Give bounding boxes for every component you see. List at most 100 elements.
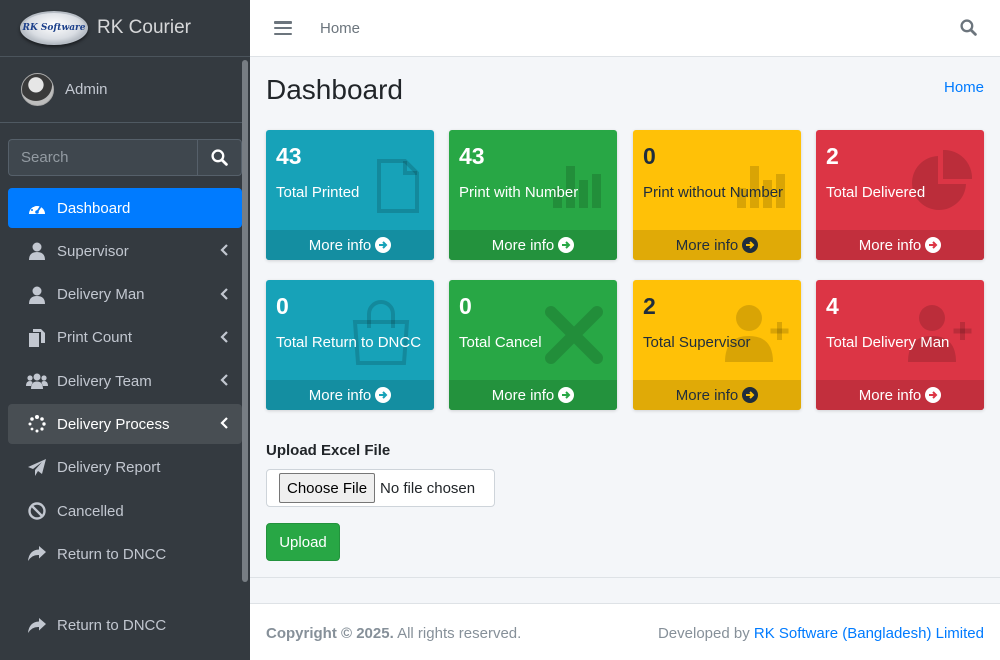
box-value: 4: [826, 293, 839, 319]
developer-link[interactable]: RK Software (Bangladesh) Limited: [754, 625, 984, 642]
more-info-link[interactable]: More info: [449, 230, 617, 260]
arrow-circle-right-icon: [925, 387, 942, 403]
box-label: Total Cancel: [459, 334, 542, 351]
choose-file-button[interactable]: Choose File: [279, 473, 376, 503]
share-icon: [26, 543, 48, 565]
avatar[interactable]: [21, 73, 54, 106]
sidebar-item-print-count[interactable]: Print Count: [8, 318, 242, 358]
sidebar-item-label: Cancelled: [57, 502, 124, 520]
sidebar-search: [8, 139, 242, 176]
sidebar-search-button[interactable]: [197, 139, 242, 176]
upload-button[interactable]: Upload: [266, 523, 340, 561]
arrow-circle-right-icon: [742, 387, 759, 403]
breadcrumb-home-link[interactable]: Home: [944, 79, 984, 96]
chevron-left-icon: [220, 287, 228, 300]
sidebar-item-label: Return to DNCC: [57, 545, 167, 563]
box-value: 0: [276, 293, 289, 319]
sidebar-item-return-to-dncc[interactable]: Return to DNCC: [8, 534, 242, 574]
arrow-circle-right-icon: [925, 237, 942, 253]
more-info-link[interactable]: More info: [816, 380, 984, 410]
brand-link[interactable]: RK Software RK Courier: [0, 0, 250, 57]
user-plus-icon: [725, 305, 789, 362]
upload-label: Upload Excel File: [266, 442, 391, 459]
box-label: Print with Number: [459, 184, 579, 201]
sidebar-item-delivery-report[interactable]: Delivery Report: [8, 448, 242, 488]
user-panel: Admin: [0, 57, 242, 123]
small-box-print-without-number: 0 Print without Number More info: [633, 130, 801, 260]
copyright: Copyright © 2025. All rights reserved.: [266, 625, 522, 642]
sidebar: RK Software RK Courier Admin Dashboard S…: [0, 0, 250, 660]
file-input[interactable]: Choose File No file chosen: [266, 469, 495, 507]
arrow-circle-right-icon: [742, 237, 759, 253]
small-box-total-delivered: 2 Total Delivered More info: [816, 130, 984, 260]
sidebar-item-label: Delivery Process: [57, 415, 170, 433]
pie-chart-icon: [912, 150, 972, 210]
sidebar-search-input[interactable]: [8, 139, 197, 176]
users-icon: [26, 370, 48, 392]
sidebar-item-delivery-process[interactable]: Delivery Process: [8, 404, 242, 445]
box-label: Total Delivered: [826, 184, 926, 201]
sidebar-item-label: Dashboard: [57, 199, 131, 217]
small-box-total-supervisor: 2 Total Supervisor More info: [633, 280, 801, 410]
page-title: Dashboard: [266, 74, 403, 105]
more-info-link[interactable]: More info: [266, 380, 434, 410]
user-icon: [26, 240, 48, 262]
user-name[interactable]: Admin: [65, 81, 108, 98]
user-icon: [26, 284, 48, 306]
more-info-link[interactable]: More info: [449, 380, 617, 410]
sidebar-item-return-to-dncc-2[interactable]: Return to DNCC: [8, 606, 242, 646]
sidebar-item-dashboard[interactable]: Dashboard: [8, 188, 242, 228]
developer-credit: Developed by RK Software (Bangladesh) Li…: [657, 625, 984, 642]
shopping-bag-icon: [352, 300, 410, 365]
sidebar-item-delivery-team[interactable]: Delivery Team: [8, 361, 242, 401]
box-label: Total Return to DNCC: [276, 334, 422, 351]
arrow-circle-right-icon: [558, 387, 575, 403]
sidebar-item-label: Delivery Man: [57, 286, 145, 304]
ban-icon: [26, 500, 48, 522]
file-icon: [377, 159, 419, 213]
box-value: 0: [459, 293, 472, 319]
chevron-left-icon: [220, 331, 228, 343]
box-value: 43: [459, 143, 485, 169]
chevron-left-icon: [220, 417, 228, 430]
sidebar-item-label: Print Count: [57, 329, 133, 347]
box-value: 43: [276, 143, 302, 169]
sidebar-item-label: Supervisor: [57, 242, 129, 260]
content-divider: [250, 577, 1000, 578]
header-home-link[interactable]: Home: [320, 20, 360, 37]
box-label: Total Delivery Man: [826, 334, 950, 351]
small-box-total-delivery-man: 4 Total Delivery Man More info: [816, 280, 984, 410]
sidebar-item-delivery-man[interactable]: Delivery Man: [8, 275, 242, 315]
chevron-left-icon: [220, 374, 228, 386]
more-info-link[interactable]: More info: [633, 380, 801, 410]
sidebar-item-label: Return to DNCC: [57, 617, 167, 635]
chevron-left-icon: [220, 244, 228, 257]
box-value: 0: [643, 143, 656, 169]
small-box-total-return: 0 Total Return to DNCC More info: [266, 280, 434, 410]
paper-plane-icon: [26, 457, 48, 479]
top-navbar: Home: [250, 0, 1000, 57]
arrow-circle-right-icon: [375, 237, 392, 253]
user-plus-icon: [908, 305, 972, 362]
brand-logo: RK Software: [20, 11, 88, 45]
share-icon: [26, 615, 48, 637]
footer: Copyright © 2025. All rights reserved. D…: [250, 603, 1000, 660]
sidebar-item-cancelled[interactable]: Cancelled: [8, 491, 242, 531]
search-icon: [211, 149, 228, 166]
small-box-print-with-number: 43 Print with Number More info: [449, 130, 617, 260]
box-label: Print without Number: [643, 184, 784, 201]
search-icon[interactable]: [960, 19, 977, 36]
box-value: 2: [643, 293, 656, 319]
sidebar-nav: Dashboard Supervisor Delivery Man Print …: [0, 188, 250, 646]
times-icon: [545, 306, 603, 364]
more-info-link[interactable]: More info: [816, 230, 984, 260]
box-value: 2: [826, 143, 839, 169]
small-box-total-cancel: 0 Total Cancel More info: [449, 280, 617, 410]
menu-toggle-icon[interactable]: [274, 21, 292, 35]
more-info-link[interactable]: More info: [633, 230, 801, 260]
sidebar-item-supervisor[interactable]: Supervisor: [8, 231, 242, 271]
more-info-link[interactable]: More info: [266, 230, 434, 260]
arrow-circle-right-icon: [375, 387, 392, 403]
sidebar-scrollbar[interactable]: [242, 60, 248, 582]
box-label: Total Supervisor: [643, 334, 751, 351]
